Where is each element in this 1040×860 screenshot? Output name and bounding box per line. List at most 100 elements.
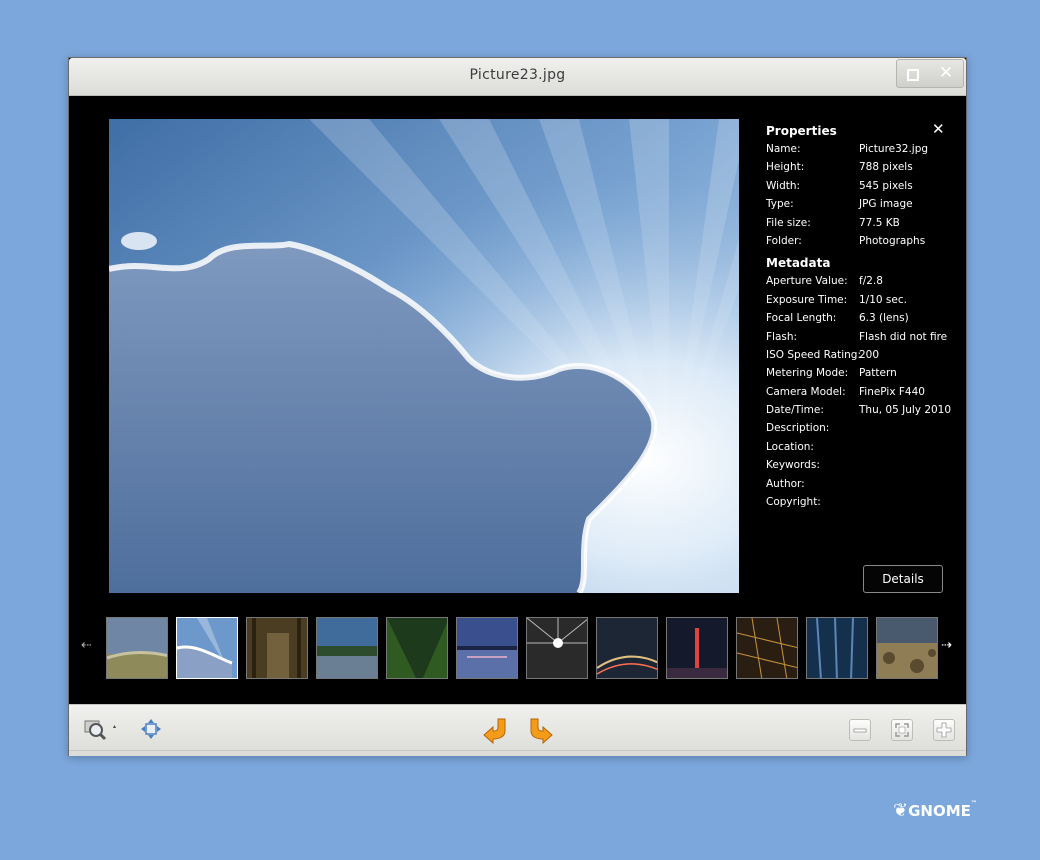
magnifier-icon [84,720,116,741]
prev-image-button[interactable]: ⇠ [81,638,92,653]
metadata-row: Description: [766,419,956,437]
properties-value: 545 pixels [859,179,913,192]
metadata-label: Location: [766,440,814,453]
minus-icon [853,728,867,733]
details-button[interactable]: Details [863,565,943,593]
metadata-label: Focal Length: [766,312,837,325]
properties-label: Folder: [766,234,802,247]
properties-row: Width: 545 pixels [766,177,956,195]
zoom-in-button[interactable] [933,719,955,741]
properties-row: Height: 788 pixels [766,158,956,176]
metadata-row: Author: [766,475,956,493]
metadata-label: Flash: [766,330,798,343]
properties-row: Type: JPG image [766,195,956,213]
metadata-label: Author: [766,477,805,490]
properties-panel: Properties Name: Picture32.jpg Height: 788 … [766,122,956,511]
move-arrows-icon [141,719,161,739]
thumbnail-lake-shore[interactable] [316,617,378,679]
thumbnail-green-valley[interactable] [386,617,448,679]
thumbnail-highway-night[interactable] [596,617,658,679]
fit-icon [895,723,909,737]
window-controls: ✕ [896,59,964,88]
properties-label: Width: [766,179,801,192]
metadata-value: 200 [859,348,880,361]
metadata-title: Metadata [766,256,831,271]
plus-icon [936,722,952,738]
properties-row: Name: Picture32.jpg [766,140,956,158]
gnome-foot-icon: ❦ [893,800,909,821]
properties-label: File size: [766,216,811,229]
metadata-row: Location: [766,438,956,456]
metadata-row: Aperture Value: f/2.8 [766,272,956,290]
bottom-toolbar [69,704,966,756]
metadata-row: Flash: Flash did not fire [766,328,956,346]
metadata-label: Keywords: [766,459,820,472]
arrow-left-icon: ⇠ [81,638,92,653]
metadata-value: Pattern [859,367,897,380]
zoom-menu-button[interactable] [83,717,123,745]
thumbnail-desert-shrubs[interactable] [876,617,938,679]
close-window-button[interactable]: ✕ [930,60,962,87]
metadata-label: Description: [766,422,830,435]
metadata-row: Keywords: [766,456,956,474]
properties-label: Name: [766,143,801,155]
image-viewer-window: Picture23.jpg ✕ ✕ Properties Name: Pictu… [68,57,967,756]
gnome-logo: ❦GNOME™ [893,800,977,821]
zoom-out-button[interactable] [849,719,871,741]
metadata-label: Metering Mode: [766,367,849,380]
metadata-label: Copyright: [766,496,821,509]
properties-title: Properties [766,124,837,138]
best-fit-button[interactable] [891,719,913,741]
properties-label: Type: [766,198,794,211]
metadata-label: Date/Time: [766,404,824,417]
properties-value: Picture32.jpg [859,143,929,155]
metadata-label: Aperture Value: [766,275,848,288]
fit-to-window-button[interactable] [139,717,163,745]
maximize-icon [907,69,919,81]
thumbnail-grass[interactable] [106,617,168,679]
metadata-row: Focal Length: 6.3 (lens) [766,309,956,327]
thumbnail-city-lights-aerial[interactable] [736,617,798,679]
metadata-label: Exposure Time: [766,293,848,306]
sky-with-sunbeams-image [109,119,739,593]
thumbnail-forest-path[interactable] [246,617,308,679]
properties-row: Folder: Photographs [766,232,956,250]
metadata-value: f/2.8 [859,275,883,288]
properties-value: 77.5 KB [859,216,900,229]
rotate-left-icon [483,718,506,745]
metadata-row: Date/Time: Thu, 05 July 2010 [766,401,956,419]
maximize-button[interactable] [897,60,929,87]
properties-value: JPG image [859,198,913,211]
arrow-right-icon: ⇢ [941,638,952,653]
metadata-value: 1/10 sec. [859,293,907,306]
properties-label: Height: [766,161,805,174]
rotate-left-button[interactable] [481,715,509,749]
thumbnail-light-rays[interactable] [526,617,588,679]
thumbnail-sky-clouds[interactable] [176,617,238,679]
metadata-value: Thu, 05 July 2010 [859,404,952,417]
main-photo[interactable] [109,119,739,593]
thumbnail-blue-trees[interactable] [806,617,868,679]
metadata-row: ISO Speed Rating: 200 [766,346,956,364]
thumbnail-city-water-dusk[interactable] [456,617,518,679]
window-title: Picture23.jpg [469,67,566,83]
rotate-right-icon [530,718,553,745]
properties-value: Photographs [859,234,926,247]
close-icon: ✕ [938,63,954,83]
properties-value: 788 pixels [859,161,913,174]
metadata-label: Camera Model: [766,385,846,398]
thumbnail-city-tower-night[interactable] [666,617,728,679]
metadata-row: Camera Model: FinePix F440 [766,383,956,401]
metadata-row: Copyright: [766,493,956,511]
toolbar-divider [69,750,966,751]
properties-row: File size: 77.5 KB [766,214,956,232]
metadata-label: ISO Speed Rating: [766,348,862,361]
next-image-button[interactable]: ⇢ [941,638,952,653]
thumbnail-strip: ⇠ ⇢ [69,614,966,684]
metadata-row: Exposure Time: 1/10 sec. [766,291,956,309]
metadata-value: 6.3 (lens) [859,312,909,325]
rotate-right-button[interactable] [527,715,555,749]
metadata-value: FinePix F440 [859,385,925,398]
metadata-row: Metering Mode: Pattern [766,364,956,382]
titlebar[interactable]: Picture23.jpg ✕ [69,58,966,96]
